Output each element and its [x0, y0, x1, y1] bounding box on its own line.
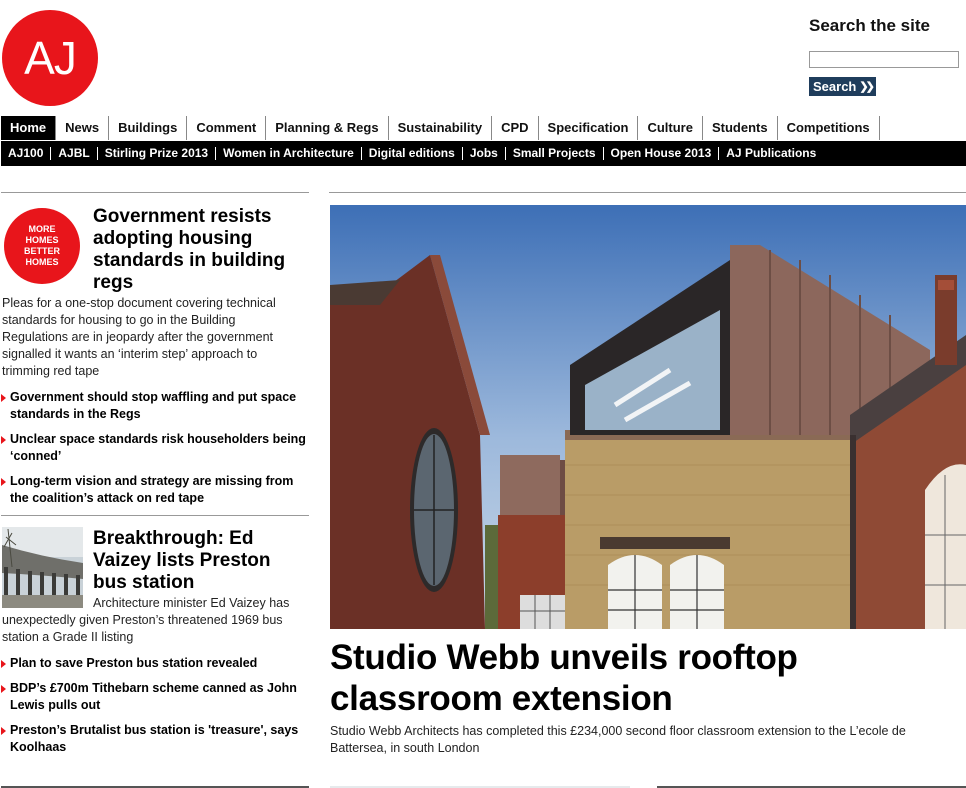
subnav-jobs[interactable]: Jobs — [463, 147, 506, 160]
nav-cpd[interactable]: CPD — [492, 116, 539, 140]
nav-buildings[interactable]: Buildings — [109, 116, 188, 140]
story2-related-links: Plan to save Preston bus station reveale… — [1, 655, 311, 764]
search-title: Search the site — [809, 16, 930, 35]
main-navigation: Home News Buildings Comment Planning & R… — [1, 116, 880, 140]
nav-planning-regs[interactable]: Planning & Regs — [266, 116, 389, 140]
secondary-navigation: AJ100 AJBL Stirling Prize 2013 Women in … — [1, 141, 966, 166]
related-link[interactable]: Preston’s Brutalist bus station is 'trea… — [1, 722, 311, 756]
story2-headline[interactable]: Breakthrough: Ed Vaizey lists Preston bu… — [93, 528, 309, 594]
aj-logo[interactable]: AJ — [2, 10, 98, 106]
subnav-stirling-prize[interactable]: Stirling Prize 2013 — [98, 147, 217, 160]
nav-comment[interactable]: Comment — [187, 116, 267, 140]
related-link[interactable]: Long-term vision and strategy are missin… — [1, 473, 311, 507]
subnav-open-house[interactable]: Open House 2013 — [604, 147, 720, 160]
logo-text: AJ — [24, 32, 77, 84]
nav-competitions[interactable]: Competitions — [778, 116, 880, 140]
search-button[interactable]: Search ❯❯ — [809, 77, 876, 96]
subnav-women-in-architecture[interactable]: Women in Architecture — [216, 147, 362, 160]
related-link[interactable]: Plan to save Preston bus station reveale… — [1, 655, 311, 672]
nav-specification[interactable]: Specification — [539, 116, 639, 140]
nav-sustainability[interactable]: Sustainability — [389, 116, 493, 140]
right-column-rule — [329, 192, 966, 193]
more-homes-badge[interactable]: MORE HOMES BETTER HOMES — [4, 208, 80, 284]
hero-headline[interactable]: Studio Webb unveils rooftop classroom ex… — [330, 637, 960, 719]
story-divider — [1, 515, 309, 516]
nav-students[interactable]: Students — [703, 116, 778, 140]
nav-home[interactable]: Home — [1, 116, 57, 140]
nav-news[interactable]: News — [56, 116, 110, 140]
left-column-rule — [1, 192, 309, 193]
double-chevron-right-icon: ❯❯ — [859, 81, 875, 93]
hero-image[interactable] — [330, 205, 966, 629]
search-button-label: Search — [813, 79, 857, 94]
story1-summary: Pleas for a one-stop document covering t… — [2, 296, 276, 378]
subnav-small-projects[interactable]: Small Projects — [506, 147, 604, 160]
hero-description: Studio Webb Architects has completed thi… — [330, 724, 906, 755]
related-link[interactable]: Government should stop waffling and put … — [1, 389, 311, 423]
story2-summary: Architecture minister Ed Vaizey has unex… — [2, 596, 290, 644]
subnav-aj-publications[interactable]: AJ Publications — [719, 147, 823, 160]
subnav-aj100[interactable]: AJ100 — [1, 147, 52, 160]
badge-text: MORE HOMES BETTER HOMES — [24, 224, 60, 267]
search-input[interactable] — [809, 51, 959, 68]
related-link[interactable]: BDP’s £700m Tithebarn scheme canned as J… — [1, 680, 311, 714]
related-link[interactable]: Unclear space standards risk householder… — [1, 431, 311, 465]
nav-culture[interactable]: Culture — [638, 116, 703, 140]
story1-related-links: Government should stop waffling and put … — [1, 389, 311, 515]
story1-headline[interactable]: Government resists adopting housing stan… — [93, 206, 309, 294]
subnav-ajbl[interactable]: AJBL — [51, 147, 98, 160]
subnav-digital-editions[interactable]: Digital editions — [362, 147, 463, 160]
